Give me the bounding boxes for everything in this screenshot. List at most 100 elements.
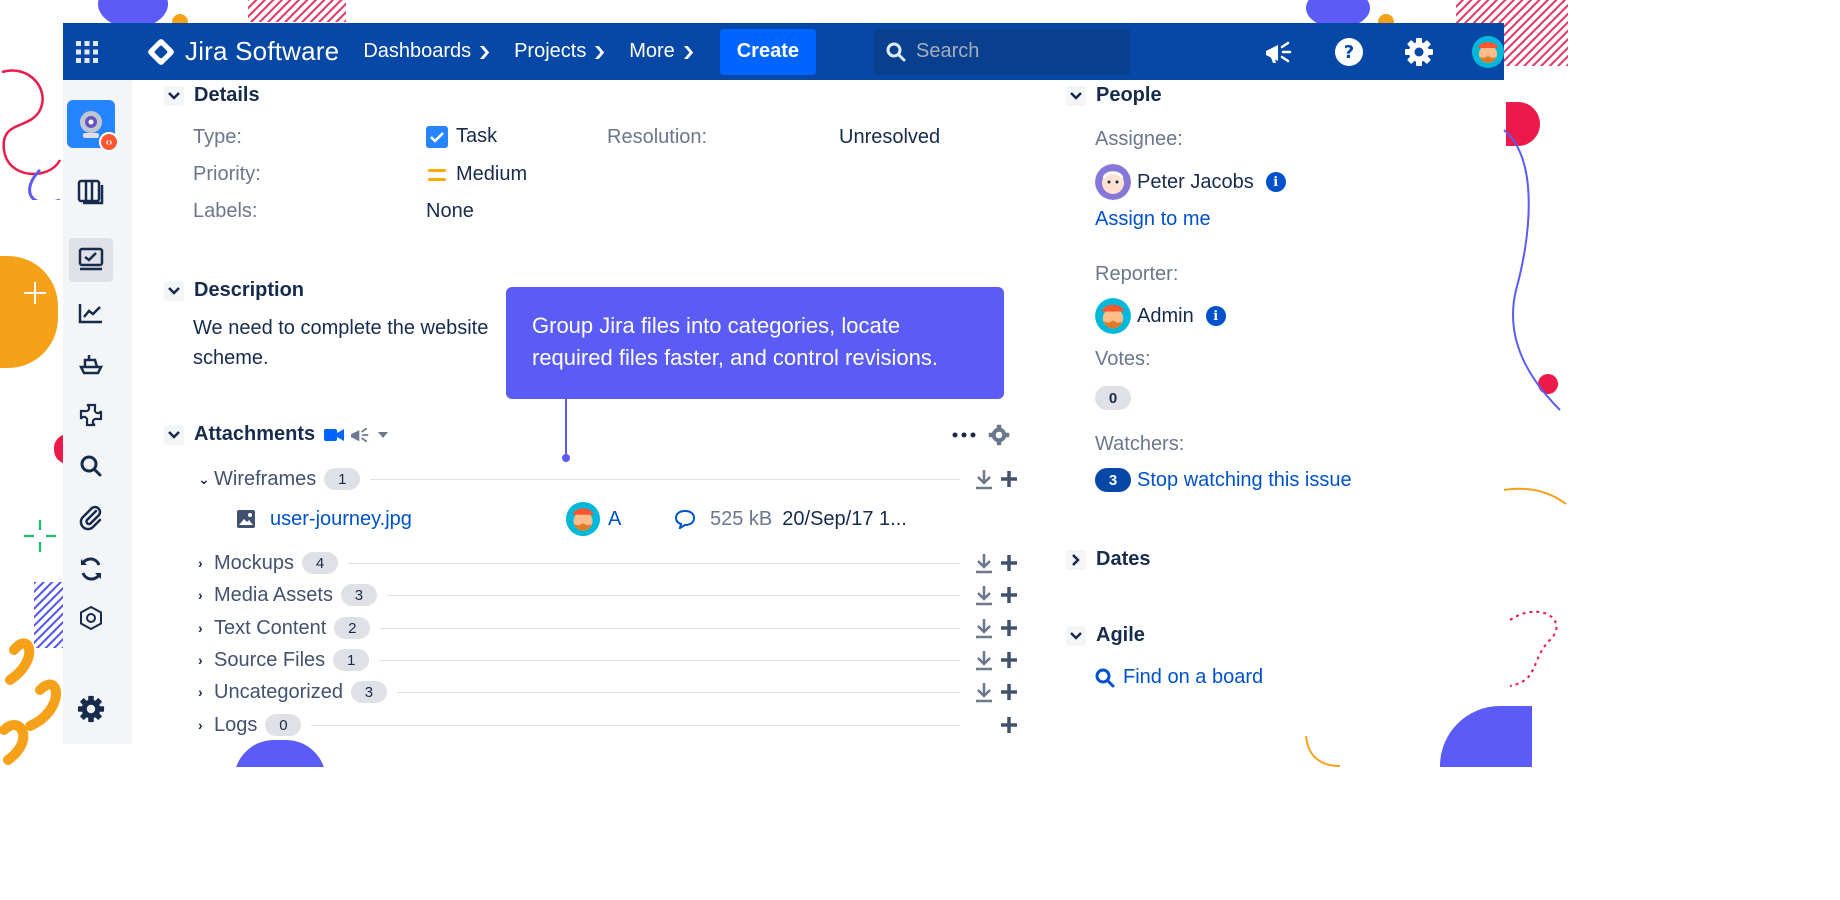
add-icon[interactable] [1000,651,1018,669]
uploader-name[interactable]: A [608,508,674,531]
folder-row-source-files[interactable]: › Source Files 1 [198,646,1018,674]
folder-row-mockups[interactable]: › Mockups 4 [198,549,1018,577]
comment-icon[interactable] [674,509,696,529]
info-icon[interactable]: i [1265,172,1286,192]
chevron-right-icon [1066,549,1086,570]
attachments-settings-icon[interactable] [988,424,1010,446]
decor-squiggle [1503,129,1561,411]
add-icon[interactable] [1000,716,1018,734]
download-icon[interactable] [974,552,994,574]
sidebar-board-icon[interactable] [69,170,113,214]
stop-watching-link[interactable]: 3 Stop watching this issue [1095,468,1352,492]
folder-actions [970,649,1018,671]
add-icon[interactable] [1000,470,1018,488]
add-icon[interactable] [1000,554,1018,572]
nav-projects-label: Projects [514,40,587,62]
folder-actions [970,617,1018,639]
people-title: People [1096,84,1162,106]
app-switcher-icon[interactable] [67,32,107,72]
add-icon[interactable] [1000,586,1018,604]
chevron-down-icon: ❯ [477,43,492,59]
info-icon[interactable]: i [1205,306,1226,326]
download-icon[interactable] [974,468,994,490]
project-sidebar: ‹› [63,80,132,744]
chevron-down-icon: ⌄ [198,470,210,487]
people-section-header[interactable]: People [1066,84,1162,107]
assign-to-me-link[interactable]: Assign to me [1095,208,1211,231]
sidebar-settings-icon[interactable] [69,687,113,731]
sidebar-releases-icon[interactable] [69,342,113,386]
add-icon[interactable] [1000,683,1018,701]
user-avatar[interactable] [1472,35,1504,68]
decor-squiggle [1,69,62,200]
reporter[interactable]: Admin i [1095,298,1226,334]
dates-title: Dates [1096,548,1151,570]
nav-projects[interactable]: Projects ❯ [514,32,607,72]
decor-sparkle [24,520,56,552]
download-icon[interactable] [974,681,994,703]
caret-down-icon[interactable] [377,431,389,439]
sidebar-reports-icon[interactable] [69,291,113,335]
chevron-down-icon [164,424,184,445]
issue-sidebar: People Assignee: Peter Jacobs i Assign t… [1062,80,1502,767]
uploader-avatar [566,502,600,536]
sidebar-hexagon-icon[interactable] [69,596,113,640]
chevron-down-icon: ❯ [592,43,607,59]
download-icon[interactable] [974,584,994,606]
download-icon[interactable] [974,649,994,671]
attachment-file-row[interactable]: user-journey.jpg A 525 kB 20/Sep/17 1... [236,502,936,536]
assignee-name: Peter Jacobs [1137,170,1254,193]
votes-count-badge[interactable]: 0 [1095,386,1131,410]
sidebar-sync-icon[interactable] [69,547,113,591]
jira-diamond-icon [146,37,176,66]
details-section-header[interactable]: Details [164,84,260,107]
top-actions: ? [1262,35,1504,69]
assignee-label: Assignee: [1095,128,1183,150]
settings-gear-icon[interactable] [1402,35,1436,69]
folder-row-logs[interactable]: › Logs 0 [198,711,1018,739]
labels-label: Labels: [193,200,258,222]
sidebar-search-icon[interactable] [69,444,113,488]
chevron-right-icon: › [198,555,203,571]
sidebar-attachments-icon[interactable] [69,495,113,539]
attachments-section-header[interactable]: Attachments [164,423,389,446]
type-label: Type: [193,126,242,148]
nav-dashboards[interactable]: Dashboards ❯ [363,32,492,72]
chevron-right-icon: › [198,620,203,636]
more-options-icon[interactable] [952,432,976,438]
megaphone-icon[interactable] [349,426,371,444]
task-check-icon [426,125,448,148]
nav-more[interactable]: More ❯ [629,32,695,72]
description-text[interactable]: We need to complete the website scheme. [193,313,533,373]
create-button[interactable]: Create [719,28,816,75]
chevron-down-icon [1066,85,1086,106]
sidebar-issues-icon[interactable] [69,238,113,282]
description-section-header[interactable]: Description [164,279,304,302]
folder-actions [970,552,1018,574]
folder-actions [970,584,1018,606]
folder-row-media-assets[interactable]: › Media Assets 3 [198,581,1018,609]
folder-name: Mockups [214,551,295,574]
jira-logo[interactable]: Jira Software [146,36,339,67]
image-file-icon [237,510,255,528]
top-navigation: Jira Software Dashboards ❯ Projects ❯ Mo… [63,23,1504,80]
sidebar-components-icon[interactable] [69,393,113,437]
folder-row-text-content[interactable]: › Text Content 2 [198,614,1018,642]
assignee[interactable]: Peter Jacobs i [1095,164,1286,200]
search-input[interactable]: Search [873,28,1130,75]
folder-row-wireframes[interactable]: ⌄ Wireframes 1 [198,465,1018,493]
agile-section-header[interactable]: Agile [1066,624,1145,647]
file-name-link[interactable]: user-journey.jpg [270,508,566,531]
help-icon[interactable]: ? [1332,35,1366,69]
folder-divider [396,691,960,693]
find-on-board-link[interactable]: Find on a board [1095,666,1263,689]
dates-section-header[interactable]: Dates [1066,548,1150,571]
file-size: 525 kB [710,507,773,530]
folder-row-uncategorized[interactable]: › Uncategorized 3 [198,678,1018,706]
add-icon[interactable] [1000,619,1018,637]
download-icon[interactable] [974,617,994,639]
video-camera-icon[interactable] [323,427,345,443]
folder-count-badge: 0 [265,714,302,736]
folder-divider [370,478,960,480]
megaphone-icon[interactable] [1262,35,1296,69]
